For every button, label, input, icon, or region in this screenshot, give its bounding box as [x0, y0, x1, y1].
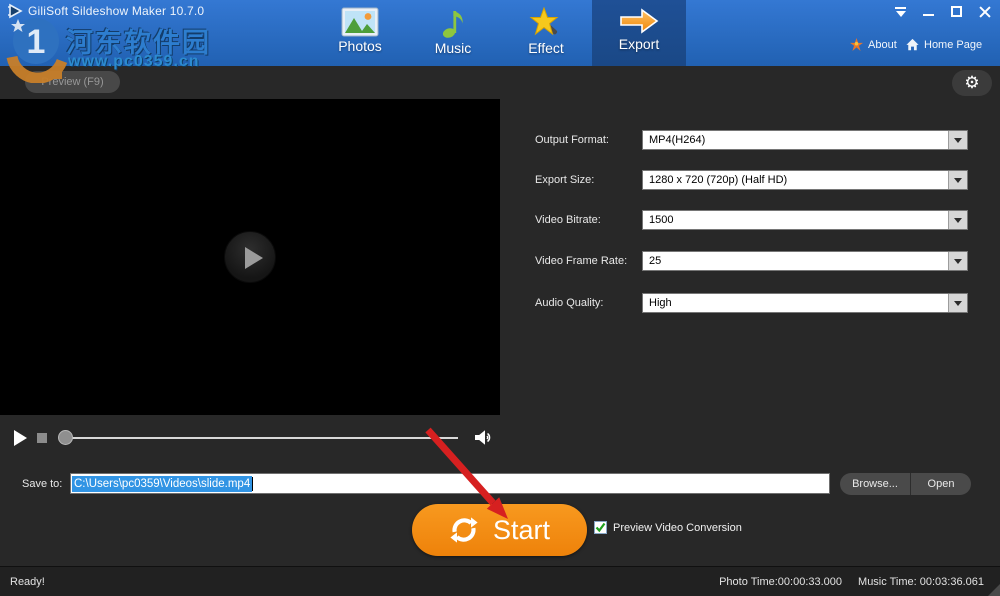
open-button[interactable]: Open	[911, 473, 971, 495]
select-value: 25	[643, 252, 948, 270]
menu-icon	[895, 7, 906, 9]
homepage-link[interactable]: Home Page	[906, 38, 982, 51]
photos-icon	[341, 7, 379, 37]
window-title: GiliSoft Sildeshow Maker 10.7.0	[28, 4, 204, 18]
setting-label: Export Size:	[535, 174, 642, 186]
select-value: 1500	[643, 211, 948, 229]
tab-label: Export	[592, 36, 686, 52]
home-icon	[906, 38, 919, 51]
window-menu-button[interactable]	[894, 6, 908, 18]
maximize-button[interactable]	[950, 6, 964, 18]
app-window: GiliSoft Sildeshow Maker 10.7.0	[0, 0, 1000, 596]
chevron-down-icon	[954, 301, 962, 306]
dropdown-arrow-button[interactable]	[948, 211, 967, 229]
tab-label: Effect	[499, 40, 593, 56]
setting-label: Video Bitrate:	[535, 214, 642, 226]
tab-photos[interactable]: Photos	[313, 0, 407, 66]
setting-label: Video Frame Rate:	[535, 255, 642, 267]
close-button[interactable]	[978, 6, 992, 18]
chevron-down-icon	[954, 178, 962, 183]
chevron-down-icon	[896, 11, 906, 17]
time-info: Photo Time:00:00:33.000 Music Time: 00:0…	[719, 576, 984, 588]
chevron-down-icon	[954, 259, 962, 264]
music-time: Music Time: 00:03:36.061	[858, 576, 984, 588]
dropdown-arrow-button[interactable]	[948, 252, 967, 270]
title-bar: GiliSoft Sildeshow Maker 10.7.0	[0, 0, 1000, 66]
select-value: High	[643, 294, 948, 312]
minimize-icon	[923, 14, 934, 16]
video-bitrate-select[interactable]: 1500	[642, 210, 968, 230]
setting-row-export-size: Export Size: 1280 x 720 (720p) (Half HD)	[535, 170, 968, 190]
tab-label: Music	[406, 40, 500, 56]
effect-wand-icon	[529, 7, 563, 39]
preview-conversion-checkbox[interactable]: Preview Video Conversion	[594, 521, 742, 534]
select-value: MP4(H264)	[643, 131, 948, 149]
status-text: Ready!	[10, 576, 45, 588]
setting-row-audio-quality: Audio Quality: High	[535, 293, 968, 313]
export-arrow-icon	[618, 7, 660, 35]
select-value: 1280 x 720 (720p) (Half HD)	[643, 171, 948, 189]
tab-effect[interactable]: Effect	[499, 0, 593, 66]
play-icon	[245, 247, 263, 269]
about-link[interactable]: About	[850, 38, 897, 51]
status-bar: Ready! Photo Time:00:00:33.000 Music Tim…	[0, 566, 1000, 596]
seek-slider-knob[interactable]	[58, 430, 73, 445]
text-caret	[252, 477, 253, 491]
setting-row-output-format: Output Format: MP4(H264)	[535, 130, 968, 150]
about-label: About	[868, 39, 897, 51]
settings-gear-button[interactable]: ⚙	[952, 70, 992, 96]
chevron-down-icon	[954, 138, 962, 143]
seek-slider-track[interactable]	[62, 437, 458, 439]
player-stop-button[interactable]	[37, 433, 47, 443]
save-buttons: Browse... Open	[840, 473, 971, 495]
about-star-icon	[850, 38, 863, 51]
chevron-down-icon	[954, 218, 962, 223]
convert-refresh-icon	[449, 515, 479, 545]
maximize-icon	[951, 6, 962, 17]
setting-row-video-bitrate: Video Bitrate: 1500	[535, 210, 968, 230]
player-play-button[interactable]	[14, 430, 27, 446]
dropdown-arrow-button[interactable]	[948, 294, 967, 312]
preview-f9-button[interactable]: Preview (F9)	[25, 71, 120, 93]
gear-icon: ⚙	[964, 73, 979, 92]
setting-label: Audio Quality:	[535, 297, 642, 309]
setting-row-frame-rate: Video Frame Rate: 25	[535, 251, 968, 271]
app-logo-icon	[7, 3, 23, 19]
audio-quality-select[interactable]: High	[642, 293, 968, 313]
export-size-select[interactable]: 1280 x 720 (720p) (Half HD)	[642, 170, 968, 190]
dropdown-arrow-button[interactable]	[948, 171, 967, 189]
minimize-button[interactable]	[922, 6, 936, 18]
frame-rate-select[interactable]: 25	[642, 251, 968, 271]
homepage-label: Home Page	[924, 39, 982, 51]
start-button[interactable]: Start	[412, 504, 587, 556]
tab-music[interactable]: Music	[406, 0, 500, 66]
window-controls	[894, 6, 992, 18]
check-icon	[595, 522, 606, 533]
checkbox-label: Preview Video Conversion	[613, 522, 742, 534]
dropdown-arrow-button[interactable]	[948, 131, 967, 149]
resize-grip[interactable]	[988, 584, 1000, 596]
checkbox-box[interactable]	[594, 521, 607, 534]
output-format-select[interactable]: MP4(H264)	[642, 130, 968, 150]
start-label: Start	[493, 515, 550, 546]
video-play-overlay-button[interactable]	[224, 231, 276, 283]
photo-time: Photo Time:00:00:33.000	[719, 576, 842, 588]
save-path-input[interactable]: C:\Users\pc0359\Videos\slide.mp4	[70, 473, 830, 494]
tab-label: Photos	[313, 38, 407, 54]
save-path-value: C:\Users\pc0359\Videos\slide.mp4	[72, 476, 252, 492]
tab-export[interactable]: Export	[592, 0, 686, 66]
music-icon	[439, 7, 467, 39]
save-to-label: Save to:	[22, 478, 62, 490]
browse-button[interactable]: Browse...	[840, 473, 911, 495]
setting-label: Output Format:	[535, 134, 642, 146]
volume-icon[interactable]	[474, 429, 494, 446]
